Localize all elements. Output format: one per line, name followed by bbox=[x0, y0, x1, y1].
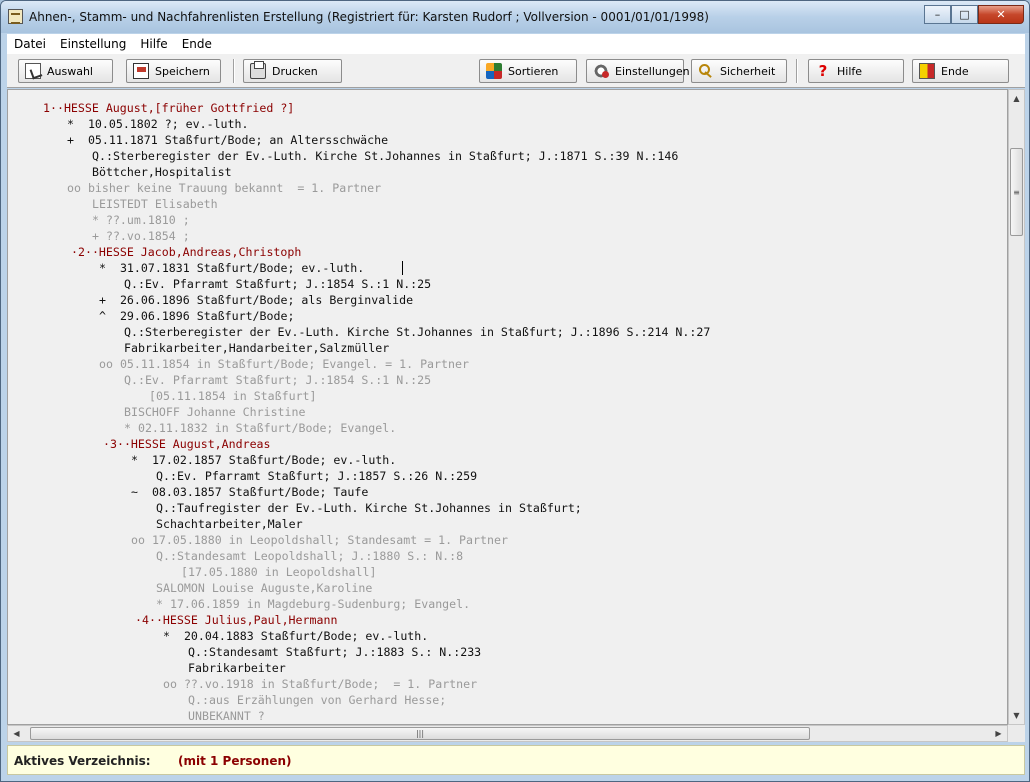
marriage-line: oo ??.vo.1918 in Staßfurt/Bode; = 1. Par… bbox=[163, 677, 478, 691]
source-line: Q.:Taufregister der Ev.-Luth. Kirche St.… bbox=[156, 501, 582, 515]
status-label: Aktives Verzeichnis: bbox=[14, 754, 151, 768]
minimize-button[interactable]: – bbox=[924, 5, 951, 24]
birth-line: * 31.07.1831 Staßfurt/Bode; ev.-luth. bbox=[99, 261, 365, 275]
source-line: Q.:Standesamt Staßfurt; J.:1883 S.: N.:2… bbox=[188, 645, 482, 659]
occupation-line: Schachtarbeiter,Maler bbox=[156, 517, 303, 531]
speichern-button[interactable]: Speichern bbox=[126, 59, 221, 83]
partner-birth: * 02.11.1832 in Staßfurt/Bode; Evangel. bbox=[124, 421, 397, 435]
menu-datei[interactable]: Datei bbox=[7, 37, 53, 51]
partner-name: UNBEKANNT ? bbox=[188, 709, 265, 723]
partner-birth: * ??.um.1810 ; bbox=[92, 213, 190, 227]
scroll-left-arrow-icon[interactable]: ◀ bbox=[8, 726, 25, 741]
help-icon: ? bbox=[818, 62, 828, 80]
source-line: Q.:Sterberegister der Ev.-Luth. Kirche S… bbox=[92, 149, 679, 163]
einstellungen-button[interactable]: Einstellungen bbox=[586, 59, 690, 83]
ende-label: Ende bbox=[941, 64, 969, 78]
settings-icon bbox=[593, 63, 609, 79]
sicherheit-label: Sicherheit bbox=[720, 64, 776, 78]
drucken-button[interactable]: Drucken bbox=[243, 59, 342, 83]
menu-hilfe[interactable]: Hilfe bbox=[133, 37, 174, 51]
scroll-down-arrow-icon[interactable]: ▼ bbox=[1009, 707, 1024, 724]
person-entry-3: ·3··HESSE August,Andreas bbox=[103, 437, 271, 451]
toolbar-separator bbox=[796, 59, 798, 83]
status-bar: Aktives Verzeichnis: (mit 1 Personen) bbox=[7, 745, 1025, 775]
source-line: Q.:Sterberegister der Ev.-Luth. Kirche S… bbox=[124, 325, 711, 339]
partner-death: + ??.vo.1854 ; bbox=[92, 229, 190, 243]
hilfe-label: Hilfe bbox=[837, 64, 863, 78]
ende-button[interactable]: Ende bbox=[912, 59, 1009, 83]
person-entry-1: 1··HESSE August,[früher Gottfried ?] bbox=[43, 101, 295, 115]
sortieren-label: Sortieren bbox=[508, 64, 559, 78]
marriage-source: Q.:Standesamt Leopoldshall; J.:1880 S.: … bbox=[156, 549, 464, 563]
marriage-line: oo 05.11.1854 in Staßfurt/Bode; Evangel.… bbox=[99, 357, 469, 371]
marriage-line: oo 17.05.1880 in Leopoldshall; Standesam… bbox=[131, 533, 508, 547]
vertical-scrollbar[interactable]: ▲ ≡ ▼ bbox=[1008, 89, 1025, 725]
auswahl-label: Auswahl bbox=[47, 64, 93, 78]
drucken-label: Drucken bbox=[272, 64, 318, 78]
occupation-line: Böttcher,Hospitalist bbox=[92, 165, 232, 179]
sicherheit-button[interactable]: Sicherheit bbox=[691, 59, 787, 83]
toolbar: Auswahl Speichern Drucken Sortieren Eins… bbox=[7, 54, 1025, 88]
genealogy-list[interactable]: 1··HESSE August,[früher Gottfried ?] * 1… bbox=[7, 89, 1008, 725]
birth-line: * 17.02.1857 Staßfurt/Bode; ev.-luth. bbox=[131, 453, 397, 467]
speichern-label: Speichern bbox=[155, 64, 210, 78]
scrollbar-corner bbox=[1008, 725, 1025, 742]
birth-line: * 20.04.1883 Staßfurt/Bode; ev.-luth. bbox=[163, 629, 429, 643]
window-controls: – □ ✕ bbox=[924, 5, 1024, 24]
person-entry-2: ·2··HESSE Jacob,Andreas,Christoph bbox=[71, 245, 302, 259]
menu-ende[interactable]: Ende bbox=[175, 37, 219, 51]
status-value: (mit 1 Personen) bbox=[178, 754, 292, 768]
partner-name: LEISTEDT Elisabeth bbox=[92, 197, 218, 211]
text-caret bbox=[402, 261, 403, 275]
occupation-line: Fabrikarbeiter,Handarbeiter,Salzmüller bbox=[124, 341, 390, 355]
birth-line: * 10.05.1802 ?; ev.-luth. bbox=[67, 117, 249, 131]
partner-name: BISCHOFF Johanne Christine bbox=[124, 405, 306, 419]
marriage-note: [05.11.1854 in Staßfurt] bbox=[149, 389, 317, 403]
scroll-right-arrow-icon[interactable]: ▶ bbox=[990, 726, 1007, 741]
select-icon bbox=[25, 63, 41, 79]
toolbar-separator bbox=[233, 59, 235, 83]
printer-icon bbox=[250, 61, 266, 79]
title-bar[interactable]: Ahnen-, Stamm- und Nachfahrenlisten Erst… bbox=[1, 1, 1029, 33]
menu-einstellung[interactable]: Einstellung bbox=[53, 37, 133, 51]
baptism-line: ~ 08.03.1857 Staßfurt/Bode; Taufe bbox=[131, 485, 369, 499]
marriage-line: oo bisher keine Trauung bekannt = 1. Par… bbox=[67, 181, 382, 195]
sort-icon bbox=[486, 63, 502, 79]
marriage-source: Q.:aus Erzählungen von Gerhard Hesse; bbox=[188, 693, 447, 707]
app-window: Ahnen-, Stamm- und Nachfahrenlisten Erst… bbox=[0, 0, 1030, 782]
person-entry-4: ·4··HESSE Julius,Paul,Hermann bbox=[135, 613, 338, 627]
auswahl-button[interactable]: Auswahl bbox=[18, 59, 113, 83]
vertical-scroll-thumb[interactable]: ≡ bbox=[1010, 148, 1023, 236]
exit-icon bbox=[919, 63, 935, 79]
marriage-source: Q.:Ev. Pfarramt Staßfurt; J.:1854 S.:1 N… bbox=[124, 373, 432, 387]
app-icon bbox=[8, 9, 23, 24]
source-line: Q.:Ev. Pfarramt Staßfurt; J.:1854 S.:1 N… bbox=[124, 277, 432, 291]
menu-bar: Datei Einstellung Hilfe Ende bbox=[7, 34, 1025, 54]
hilfe-button[interactable]: ? Hilfe bbox=[808, 59, 904, 83]
save-icon bbox=[133, 63, 149, 79]
window-title: Ahnen-, Stamm- und Nachfahrenlisten Erst… bbox=[29, 10, 709, 24]
death-line: + 05.11.1871 Staßfurt/Bode; an Alterssch… bbox=[67, 133, 389, 147]
horizontal-scrollbar[interactable]: ◀ ||| ▶ bbox=[7, 725, 1008, 742]
death-line: + 26.06.1896 Staßfurt/Bode; als Berginva… bbox=[99, 293, 414, 307]
horizontal-scroll-thumb[interactable]: ||| bbox=[30, 727, 810, 740]
maximize-button[interactable]: □ bbox=[951, 5, 978, 24]
close-button[interactable]: ✕ bbox=[978, 5, 1024, 24]
key-icon bbox=[698, 63, 714, 79]
scroll-up-arrow-icon[interactable]: ▲ bbox=[1009, 90, 1024, 107]
einstellungen-label: Einstellungen bbox=[615, 64, 690, 78]
source-line: Q.:Ev. Pfarramt Staßfurt; J.:1857 S.:26 … bbox=[156, 469, 478, 483]
partner-birth: * 17.06.1859 in Magdeburg-Sudenburg; Eva… bbox=[156, 597, 471, 611]
sortieren-button[interactable]: Sortieren bbox=[479, 59, 577, 83]
occupation-line: Fabrikarbeiter bbox=[188, 661, 286, 675]
marriage-note: [17.05.1880 in Leopoldshall] bbox=[181, 565, 377, 579]
burial-line: ^ 29.06.1896 Staßfurt/Bode; bbox=[99, 309, 295, 323]
partner-name: SALOMON Louise Auguste,Karoline bbox=[156, 581, 373, 595]
